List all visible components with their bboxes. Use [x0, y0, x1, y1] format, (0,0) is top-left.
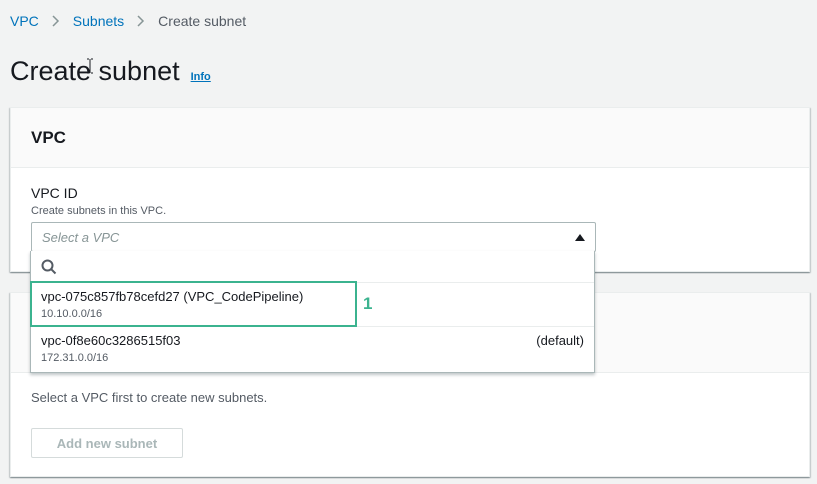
vpc-option[interactable]: vpc-0f8e60c3286515f03 (default) 172.31.0… — [31, 327, 594, 371]
vpc-select[interactable]: Select a VPC — [31, 222, 596, 252]
vpc-option-id: vpc-0f8e60c3286515f03 — [41, 333, 181, 348]
text-cursor-icon — [87, 58, 93, 74]
vpc-panel: VPC VPC ID Create subnets in this VPC. S… — [10, 107, 810, 272]
vpc-id-label: VPC ID — [31, 185, 78, 201]
subnets-hint: Select a VPC first to create new subnets… — [31, 390, 268, 405]
breadcrumb-subnets-link[interactable]: Subnets — [73, 13, 124, 29]
breadcrumb-current: Create subnet — [158, 13, 247, 29]
vpc-option-cidr: 10.10.0.0/16 — [41, 308, 103, 320]
vpc-option-id: vpc-075c857fb78cefd27 (VPC_CodePipeline) — [41, 289, 304, 304]
vpc-option[interactable]: vpc-075c857fb78cefd27 (VPC_CodePipeline)… — [31, 283, 594, 327]
breadcrumb: VPC Subnets Create subnet — [10, 13, 246, 29]
annotation-step-number: 1 — [363, 294, 373, 313]
vpc-panel-header: VPC — [11, 108, 809, 168]
vpc-option-tag: (default) — [536, 333, 584, 348]
vpc-dropdown-search[interactable] — [31, 251, 594, 283]
vpc-id-description: Create subnets in this VPC. — [31, 205, 167, 217]
search-icon — [41, 259, 57, 274]
page-title: Create subnet — [10, 56, 180, 86]
vpc-select-placeholder: Select a VPC — [42, 229, 120, 245]
add-new-subnet-button[interactable]: Add new subnet — [31, 428, 183, 458]
breadcrumb-vpc-link[interactable]: VPC — [10, 13, 39, 29]
vpc-panel-heading: VPC — [31, 128, 66, 147]
vpc-option-cidr: 172.31.0.0/16 — [41, 352, 109, 364]
page-header: Create subnet Info — [10, 56, 211, 87]
info-link[interactable]: Info — [191, 71, 211, 83]
chevron-right-icon — [137, 15, 145, 27]
chevron-right-icon — [52, 15, 60, 27]
vpc-dropdown-list: vpc-075c857fb78cefd27 (VPC_CodePipeline)… — [30, 251, 595, 373]
caret-up-icon — [575, 233, 585, 241]
